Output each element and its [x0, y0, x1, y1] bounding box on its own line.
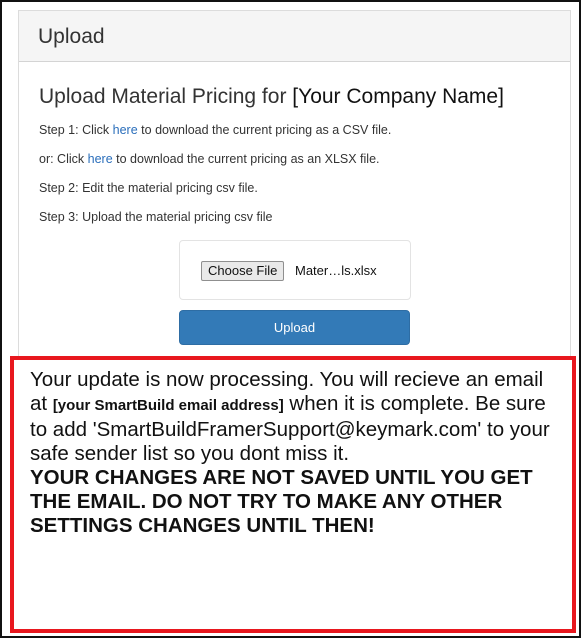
selected-file-name: Mater…ls.xlsx — [295, 263, 377, 278]
download-xlsx-link[interactable]: here — [88, 152, 113, 166]
page-heading: Upload Material Pricing for [Your Compan… — [39, 85, 504, 109]
panel-title: Upload — [38, 25, 105, 48]
step-1: Step 1: Click here to download the curre… — [39, 123, 391, 137]
step-1-suffix: to download the current pricing as a CSV… — [141, 123, 392, 137]
step-1-alt: or: Click here to download the current p… — [39, 152, 380, 166]
step-2: Step 2: Edit the material pricing csv fi… — [39, 181, 258, 195]
panel-header: Upload — [18, 10, 571, 62]
heading-prefix: Upload Material Pricing for — [39, 85, 287, 108]
company-placeholder: [Your Company Name] — [292, 85, 504, 108]
processing-notice: Your update is now processing. You will … — [10, 356, 576, 633]
screenshot-frame: Upload Upload Material Pricing for [Your… — [0, 0, 581, 638]
notice-warning: YOUR CHANGES ARE NOT SAVED UNTIL YOU GET… — [30, 466, 533, 537]
step-1-prefix: Step 1: Click — [39, 123, 110, 137]
choose-file-button[interactable]: Choose File — [201, 261, 285, 281]
file-input-well: Choose File Mater…ls.xlsx — [179, 240, 411, 300]
step-1-alt-suffix: to download the current pricing as an XL… — [116, 152, 380, 166]
download-csv-link[interactable]: here — [113, 123, 138, 137]
notice-text: Your update is now processing. You will … — [30, 368, 560, 538]
step-3: Step 3: Upload the material pricing csv … — [39, 210, 273, 224]
step-1-alt-prefix: or: Click — [39, 152, 85, 166]
email-placeholder: [your SmartBuild email address] — [52, 397, 284, 414]
upload-button[interactable]: Upload — [179, 310, 410, 345]
